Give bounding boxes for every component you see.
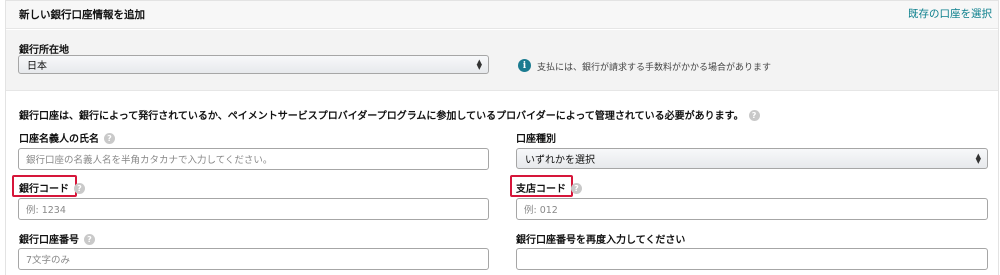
info-icon: i: [518, 59, 531, 72]
account-number-help-icon[interactable]: ?: [84, 234, 95, 245]
branch-code-label: 支店コード?: [516, 180, 582, 195]
branch-code-label-text: 支店コード: [516, 184, 566, 195]
bank-country-label: 銀行所在地: [19, 45, 69, 56]
account-type-select[interactable]: いずれかを選択 ▲ ▼: [516, 148, 988, 169]
account-number-confirm-input[interactable]: [516, 248, 988, 270]
add-bank-account-card: 新しい銀行口座情報を追加 既存の口座を選択 銀行所在地 日本 ▲ ▼ i 支払には…: [5, 0, 999, 275]
select-existing-account-link[interactable]: 既存の口座を選択: [908, 6, 992, 21]
account-number-confirm-label: 銀行口座番号を再度入力してください: [516, 235, 686, 246]
bank-country-select[interactable]: 日本 ▲ ▼: [18, 55, 489, 74]
notice-help-icon[interactable]: ?: [748, 110, 760, 121]
account-type-value: いずれかを選択: [525, 155, 595, 166]
account-number-input[interactable]: 7文字のみ: [18, 248, 489, 270]
bank-account-notice-text: 銀行口座は、銀行によって発行されているか、ペイメントサービスプロバイダープログラ…: [19, 111, 744, 122]
account-type-label: 口座種別: [516, 134, 556, 145]
card-header: 新しい銀行口座情報を追加 既存の口座を選択: [6, 1, 998, 29]
holder-name-input[interactable]: 銀行口座の名義人名を半角カタカナで入力してください。: [18, 148, 489, 170]
holder-name-label: 口座名義人の氏名?: [19, 130, 115, 145]
holder-name-label-text: 口座名義人の氏名: [19, 134, 99, 145]
bank-country-section: 銀行所在地 日本 ▲ ▼ i 支払には、銀行が請求する手数料がかかる場合があります: [6, 30, 998, 91]
fee-info-text: 支払には、銀行が請求する手数料がかかる場合があります: [537, 63, 772, 73]
bank-account-notice: 銀行口座は、銀行によって発行されているか、ペイメントサービスプロバイダープログラ…: [19, 107, 760, 122]
account-number-label-text: 銀行口座番号: [19, 235, 79, 246]
branch-code-input[interactable]: 例: 012: [516, 198, 988, 220]
select-arrows-icon: ▲ ▼: [975, 151, 981, 165]
bank-country-value: 日本: [27, 61, 47, 72]
select-arrows-icon: ▲ ▼: [476, 57, 482, 71]
page-title: 新しい銀行口座情報を追加: [19, 9, 145, 21]
bank-code-input[interactable]: 例: 1234: [18, 198, 489, 220]
bank-code-label-text: 銀行コード: [19, 184, 69, 195]
bank-code-help-icon[interactable]: ?: [74, 183, 85, 194]
branch-code-help-icon[interactable]: ?: [571, 183, 582, 194]
holder-name-help-icon[interactable]: ?: [104, 133, 115, 144]
account-number-label: 銀行口座番号?: [19, 231, 95, 246]
bank-code-label: 銀行コード?: [19, 180, 85, 195]
